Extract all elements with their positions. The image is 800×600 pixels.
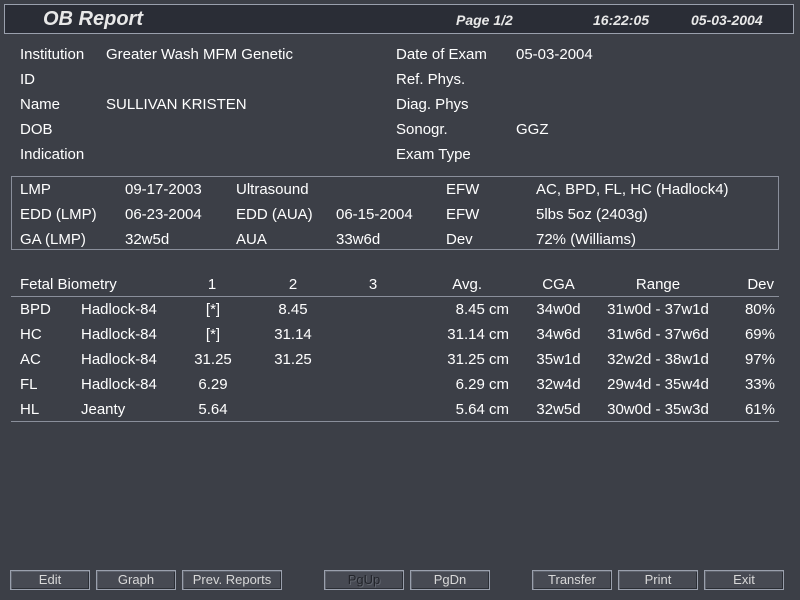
page-down-button[interactable]: PgDn [410, 570, 490, 590]
page-up-button[interactable]: PgUp [324, 570, 404, 590]
summary-value-efw: 5lbs 5oz (2403g) [536, 206, 648, 223]
transfer-button[interactable]: Transfer [532, 570, 612, 590]
summary-label-edd-aua: EDD (AUA) [236, 206, 313, 223]
summary-value-lmp: 09-17-2003 [125, 181, 202, 198]
row-avg: 5.64 cm [455, 401, 509, 418]
summary-value-edd-aua: 06-15-2004 [336, 206, 413, 223]
row-avg: 8.45 cm [455, 301, 509, 318]
label-name: Name [20, 96, 61, 113]
edit-button[interactable]: Edit [10, 570, 90, 590]
value-sonographer: GGZ [516, 121, 549, 138]
table-bottom-divider [11, 421, 779, 422]
row-measure-2: 8.45 [278, 301, 308, 318]
summary-value-aua: 33w6d [336, 231, 381, 248]
row-method: Hadlock-84 [81, 351, 157, 368]
col-header-cga: CGA [542, 276, 575, 293]
col-header-1: 1 [207, 276, 217, 293]
label-id: ID [20, 71, 35, 88]
label-diag-phys: Diag. Phys [396, 96, 469, 113]
exit-button[interactable]: Exit [704, 570, 784, 590]
row-range: 32w2d - 38w1d [607, 351, 709, 368]
summary-value-edd-lmp: 06-23-2004 [125, 206, 202, 223]
row-cga: 34w6d [536, 326, 581, 343]
row-name: FL [20, 376, 38, 393]
row-range: 30w0d - 35w3d [607, 401, 709, 418]
row-cga: 32w4d [536, 376, 581, 393]
label-dob: DOB [20, 121, 53, 138]
graph-button[interactable]: Graph [96, 570, 176, 590]
label-ref-phys: Ref. Phys. [396, 71, 466, 88]
row-avg: 31.25 cm [447, 351, 509, 368]
row-measure-1: [*] [205, 326, 221, 343]
summary-label-ga-lmp: GA (LMP) [20, 231, 86, 248]
report-title: OB Report [43, 8, 143, 30]
summary-label-dev: Dev [446, 231, 473, 248]
value-date-of-exam: 05-03-2004 [516, 46, 593, 63]
label-exam-type: Exam Type [396, 146, 471, 163]
col-header-range: Range [635, 276, 681, 293]
label-indication: Indication [20, 146, 85, 163]
label-sonographer: Sonogr. [396, 121, 448, 138]
summary-label-edd-lmp: EDD (LMP) [20, 206, 97, 223]
page-indicator: Page 1/2 [456, 12, 513, 28]
row-method: Hadlock-84 [81, 376, 157, 393]
header-time: 16:22:05 [593, 12, 650, 28]
summary-label-aua: AUA [236, 231, 267, 248]
value-institution: Greater Wash MFM Genetic [106, 46, 293, 63]
row-measure-1: [*] [205, 301, 221, 318]
row-dev: 33% [744, 376, 775, 393]
row-avg: 6.29 cm [455, 376, 509, 393]
label-date-of-exam: Date of Exam [396, 46, 487, 63]
row-cga: 34w0d [536, 301, 581, 318]
row-cga: 35w1d [536, 351, 581, 368]
row-name: AC [20, 351, 41, 368]
label-institution: Institution [20, 46, 85, 63]
col-header-2: 2 [288, 276, 298, 293]
title-bar: OB Report Page 1/2 16:22:05 05-03-2004 [4, 4, 794, 34]
summary-label-lmp: LMP [20, 181, 51, 198]
row-dev: 69% [744, 326, 775, 343]
row-method: Hadlock-84 [81, 301, 157, 318]
summary-label-efw-method: EFW [446, 181, 480, 198]
row-measure-1: 5.64 [198, 401, 228, 418]
row-name: HL [20, 401, 40, 418]
summary-label-ultrasound: Ultrasound [236, 181, 309, 198]
summary-value-ga-lmp: 32w5d [125, 231, 170, 248]
row-measure-1: 6.29 [198, 376, 228, 393]
col-header-fetal-biometry: Fetal Biometry [20, 276, 117, 293]
row-method: Jeanty [81, 401, 126, 418]
col-header-3: 3 [368, 276, 378, 293]
row-measure-2: 31.14 [274, 326, 312, 343]
row-avg: 31.14 cm [447, 326, 509, 343]
row-cga: 32w5d [536, 401, 581, 418]
row-measure-1: 31.25 [194, 351, 232, 368]
header-date: 05-03-2004 [691, 12, 763, 28]
row-range: 29w4d - 35w4d [607, 376, 709, 393]
row-dev: 80% [744, 301, 775, 318]
summary-value-dev: 72% (Williams) [536, 231, 637, 248]
table-header-divider [11, 296, 779, 297]
col-header-dev: Dev [747, 276, 774, 293]
row-name: BPD [20, 301, 51, 318]
row-measure-2: 31.25 [274, 351, 312, 368]
summary-value-efw-method: AC, BPD, FL, HC (Hadlock4) [536, 181, 729, 198]
row-range: 31w6d - 37w6d [607, 326, 709, 343]
print-button[interactable]: Print [618, 570, 698, 590]
row-dev: 97% [744, 351, 775, 368]
prev-reports-button[interactable]: Prev. Reports [182, 570, 282, 590]
row-name: HC [20, 326, 42, 343]
col-header-avg: Avg. [452, 276, 482, 293]
summary-label-efw: EFW [446, 206, 480, 223]
row-dev: 61% [744, 401, 775, 418]
row-method: Hadlock-84 [81, 326, 157, 343]
row-range: 31w0d - 37w1d [607, 301, 709, 318]
value-name: SULLIVAN KRISTEN [106, 96, 247, 113]
